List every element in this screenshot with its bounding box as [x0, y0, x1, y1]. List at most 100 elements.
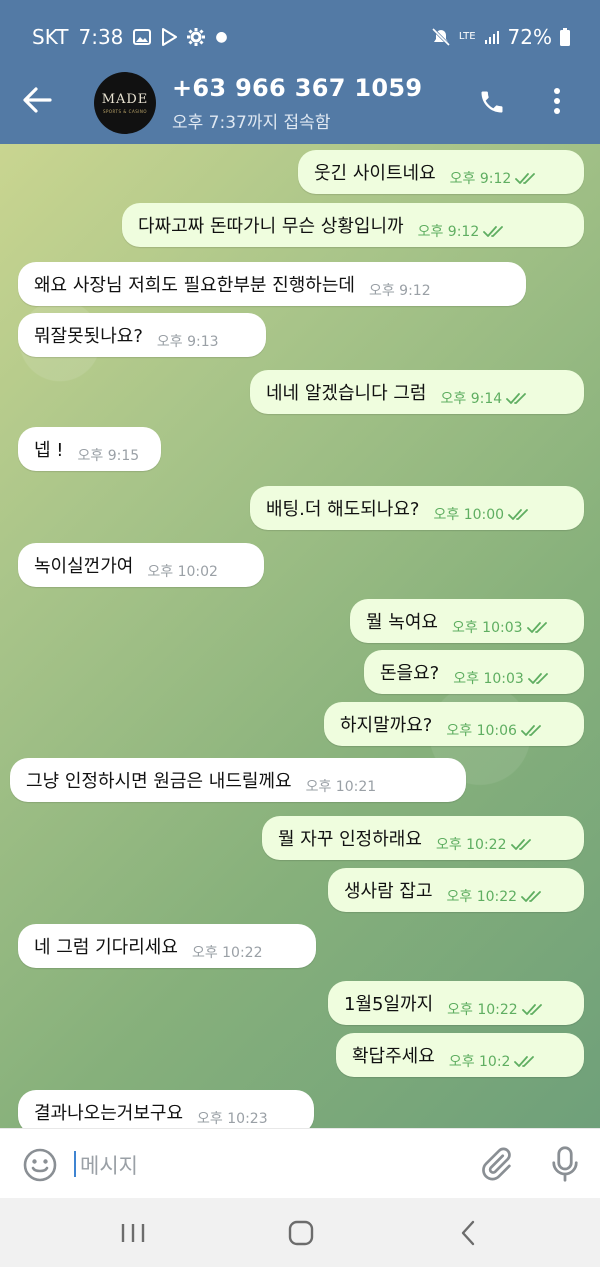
message-timestamp: 오후 9:12 [368, 283, 431, 299]
voice-message-button[interactable] [550, 1145, 580, 1187]
last-seen-status: 오후 7:37까지 접속함 [172, 113, 331, 133]
message-time: 오후 9:13 [157, 331, 219, 351]
read-checks-icon [527, 673, 548, 684]
message-time: 오후 10:22 [447, 886, 544, 906]
read-checks-icon [514, 1056, 535, 1067]
message-text: 네네 알겠습니다 그럼 [266, 383, 427, 404]
message-time: 오후 10:00 [433, 504, 530, 524]
message-input[interactable]: 메시지 [80, 1150, 138, 1180]
gallery-icon [133, 29, 152, 45]
signal-icon [484, 29, 500, 45]
message-time: 오후 10:22 [447, 999, 544, 1019]
message-time: 오후 10:22 [192, 942, 263, 962]
read-checks-icon [483, 226, 504, 237]
emoji-button[interactable] [22, 1147, 58, 1187]
message-text: 그냥 인정하시면 원금은 내드릴께요 [26, 771, 292, 792]
incoming-message-bubble[interactable]: 결과나오는거보구요 오후 10:23 [18, 1090, 314, 1128]
microphone-icon [552, 1146, 578, 1182]
back-button[interactable] [22, 86, 58, 116]
incoming-message-bubble[interactable]: 그냥 인정하시면 원금은 내드릴께요 오후 10:21 [10, 758, 466, 802]
message-timestamp: 오후 10:03 [453, 671, 524, 687]
message-list[interactable]: 웃긴 사이트네요 오후 9:12 다짜고짜 돈따가니 무슨 상황입니까 오후 9:12… [0, 144, 600, 1128]
recent-apps-icon [121, 1224, 145, 1242]
recent-apps-button[interactable] [120, 1222, 146, 1248]
outgoing-message-bubble[interactable]: 뭘 녹여요 오후 10:03 [350, 599, 584, 643]
text-cursor [74, 1151, 76, 1177]
outgoing-message-bubble[interactable]: 확답주세요 오후 10:2 [336, 1033, 584, 1077]
incoming-message-bubble[interactable]: 뭐잘못됫나요? 오후 9:13 [18, 313, 266, 357]
outgoing-message-bubble[interactable]: 생사람 잡고 오후 10:22 [328, 868, 584, 912]
message-time: 오후 10:06 [446, 720, 543, 740]
outgoing-message-bubble[interactable]: 돈을요? 오후 10:03 [364, 650, 584, 694]
attach-button[interactable] [478, 1146, 514, 1186]
read-checks-icon [508, 509, 528, 520]
carrier-label: SKT [32, 25, 69, 49]
more-options-button[interactable] [552, 86, 562, 120]
outgoing-message-bubble[interactable]: 웃긴 사이트네요 오후 9:12 [298, 150, 584, 194]
message-text: 녹이실껀가여 [34, 556, 134, 577]
message-text: 웃긴 사이트네요 [314, 163, 436, 184]
chat-header: MADE SPORTS & CASINO +63 966 367 1059 오후… [0, 58, 600, 144]
message-text: 1월5일까지 [344, 994, 434, 1015]
incoming-message-bubble[interactable]: 네 그럼 기다리세요 오후 10:22 [18, 924, 316, 968]
message-timestamp: 오후 9:12 [449, 171, 512, 187]
message-timestamp: 오후 10:22 [435, 837, 507, 853]
incoming-message-bubble[interactable]: 왜요 사장님 저희도 필요한부분 진행하는데 오후 9:12 [18, 262, 526, 306]
message-time: 오후 9:15 [78, 445, 140, 465]
more-vertical-icon [554, 88, 560, 114]
phone-icon [481, 91, 503, 113]
play-store-icon [161, 28, 178, 46]
message-timestamp: 오후 10:23 [197, 1111, 268, 1127]
message-composer: 메시지 [0, 1128, 600, 1199]
emoji-icon [23, 1148, 57, 1182]
outgoing-message-bubble[interactable]: 다짜고짜 돈따가니 무슨 상황입니까 오후 9:12 [122, 203, 584, 247]
message-timestamp: 오후 10:03 [451, 620, 523, 636]
notification-dot-icon: ● [215, 29, 228, 45]
read-checks-icon [526, 622, 547, 633]
home-button[interactable] [288, 1220, 314, 1250]
read-checks-icon [521, 891, 541, 902]
message-timestamp: 오후 9:13 [156, 334, 219, 350]
incoming-message-bubble[interactable]: 넵 ! 오후 9:15 [18, 427, 161, 471]
call-button[interactable] [478, 88, 506, 120]
outgoing-message-bubble[interactable]: 배팅.더 해도되나요? 오후 10:00 [250, 486, 584, 530]
outgoing-message-bubble[interactable]: 네네 알겠습니다 그럼 오후 9:14 [250, 370, 584, 414]
message-timestamp: 오후 10:02 [147, 564, 218, 580]
read-checks-icon [510, 839, 531, 850]
system-back-button[interactable] [460, 1220, 476, 1250]
battery-level: 72% [507, 25, 552, 49]
message-timestamp: 오후 9:15 [77, 448, 140, 464]
message-timestamp: 오후 10:00 [433, 507, 505, 523]
read-checks-icon [515, 173, 536, 184]
message-text: 확답주세요 [352, 1046, 435, 1067]
outgoing-message-bubble[interactable]: 뭘 자꾸 인정하래요 오후 10:22 [262, 816, 584, 860]
message-timestamp: 오후 10:22 [191, 945, 263, 961]
incoming-message-bubble[interactable]: 녹이실껀가여 오후 10:02 [18, 543, 264, 587]
message-time: 오후 10:22 [436, 834, 533, 854]
read-checks-icon [506, 393, 527, 404]
message-text: 왜요 사장님 저희도 필요한부분 진행하는데 [34, 275, 355, 296]
read-checks-icon [521, 1004, 542, 1015]
outgoing-message-bubble[interactable]: 1월5일까지 오후 10:22 [328, 981, 584, 1025]
avatar-logo-sub: SPORTS & CASINO [102, 109, 148, 114]
contact-avatar[interactable]: MADE SPORTS & CASINO [94, 72, 156, 134]
message-time: 오후 9:12 [369, 280, 431, 300]
outgoing-message-bubble[interactable]: 하지말까요? 오후 10:06 [324, 702, 584, 746]
message-text: 네 그럼 기다리세요 [34, 937, 178, 958]
message-text: 생사람 잡고 [344, 881, 433, 902]
message-timestamp: 오후 10:22 [446, 889, 518, 905]
message-text: 뭘 자꾸 인정하래요 [278, 829, 422, 850]
avatar-logo-main: MADE [101, 92, 149, 107]
message-timestamp: 오후 10:2 [448, 1054, 511, 1070]
message-time: 오후 10:03 [452, 617, 549, 637]
contact-title[interactable]: +63 966 367 1059 [172, 74, 422, 102]
message-text: 배팅.더 해도되나요? [266, 499, 420, 520]
message-timestamp: 오후 10:06 [446, 723, 517, 739]
message-time: 오후 9:12 [450, 168, 538, 188]
message-time: 오후 10:2 [449, 1051, 537, 1071]
message-text: 뭐잘못됫나요? [34, 326, 143, 347]
message-text: 결과나오는거보구요 [34, 1103, 184, 1124]
message-text: 돈을요? [380, 663, 440, 684]
chevron-left-icon [461, 1220, 475, 1246]
mute-icon [431, 28, 451, 46]
